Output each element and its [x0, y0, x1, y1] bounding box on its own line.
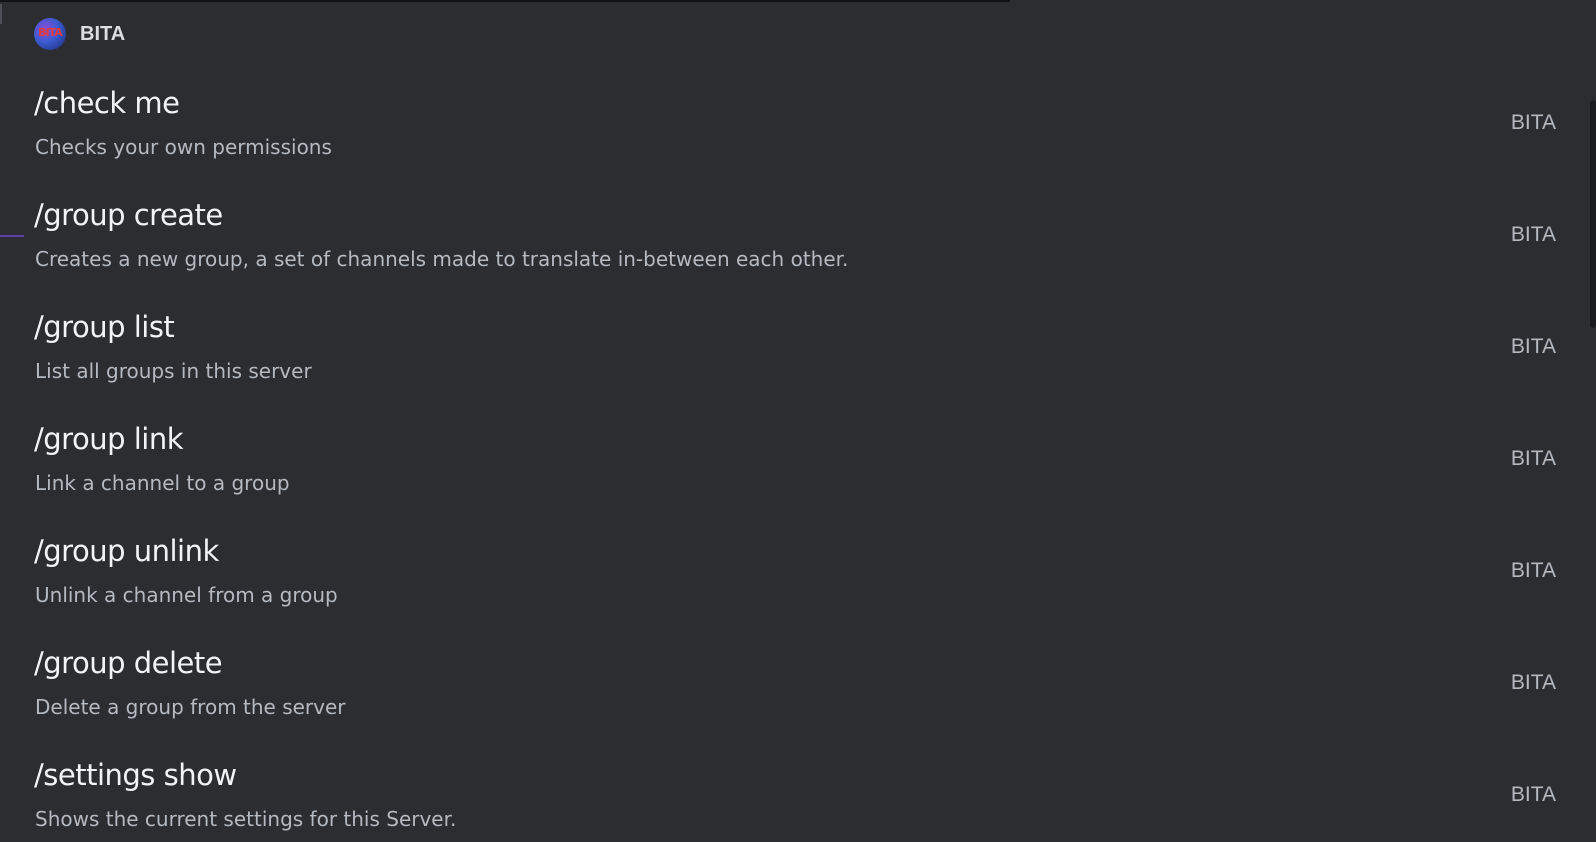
command-description: Link a channel to a group — [35, 471, 290, 495]
command-source: BITA — [1510, 111, 1556, 134]
bot-avatar-logo-text: BITA — [38, 26, 63, 39]
command-item-group-link[interactable]: /group link Link a channel to a group BI… — [0, 404, 1570, 516]
command-source: BITA — [1510, 335, 1556, 358]
command-source: BITA — [1510, 671, 1556, 694]
command-name: /group create — [34, 198, 223, 232]
command-list: /check me Checks your own permissions BI… — [0, 68, 1570, 842]
command-source: BITA — [1510, 223, 1556, 246]
command-name: /group delete — [34, 646, 223, 680]
left-accent — [0, 4, 2, 24]
command-description: Unlink a channel from a group — [35, 583, 338, 607]
app-section-header: BITA BITA — [34, 18, 125, 50]
command-name: /check me — [34, 86, 180, 120]
command-name: /group list — [34, 310, 175, 344]
command-description: Creates a new group, a set of channels m… — [35, 247, 849, 271]
bot-avatar: BITA — [34, 18, 66, 50]
command-autocomplete-popup: BITA BITA /check me Checks your own perm… — [0, 0, 1596, 842]
command-item-group-unlink[interactable]: /group unlink Unlink a channel from a gr… — [0, 516, 1570, 628]
command-description: List all groups in this server — [35, 359, 312, 383]
command-name: /group link — [34, 422, 184, 456]
command-description: Delete a group from the server — [35, 695, 346, 719]
command-name: /settings show — [34, 758, 237, 792]
app-name: BITA — [80, 22, 126, 45]
command-description: Checks your own permissions — [35, 135, 332, 159]
command-name: /group unlink — [34, 534, 219, 568]
command-description: Shows the current settings for this Serv… — [35, 807, 457, 831]
command-item-settings-show[interactable]: /settings show Shows the current setting… — [0, 740, 1570, 842]
command-item-group-delete[interactable]: /group delete Delete a group from the se… — [0, 628, 1570, 740]
command-item-group-create[interactable]: /group create Creates a new group, a set… — [0, 180, 1570, 292]
command-item-check-me[interactable]: /check me Checks your own permissions BI… — [0, 68, 1570, 180]
command-source: BITA — [1510, 783, 1556, 806]
command-source: BITA — [1510, 559, 1556, 582]
command-source: BITA — [1510, 447, 1556, 470]
command-item-group-list[interactable]: /group list List all groups in this serv… — [0, 292, 1570, 404]
scrollbar-thumb[interactable] — [1590, 100, 1596, 328]
top-divider — [0, 0, 1010, 2]
